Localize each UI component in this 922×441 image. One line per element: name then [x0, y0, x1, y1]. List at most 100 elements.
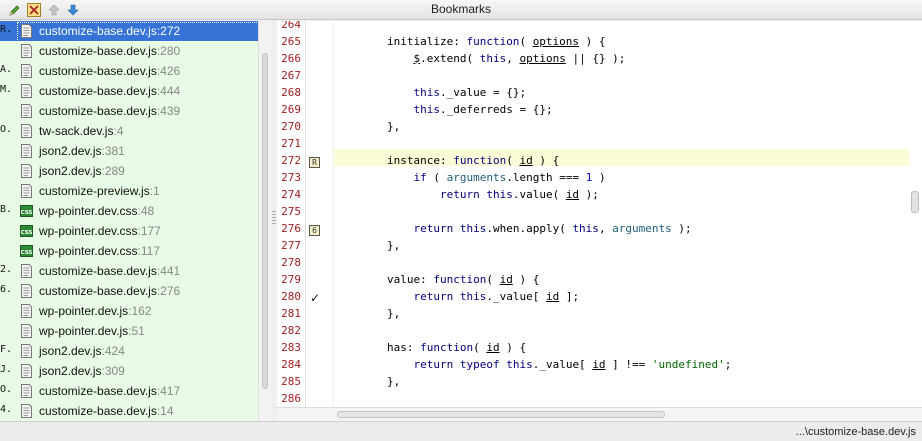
- code-line-274[interactable]: return this.value( id );: [334, 188, 599, 201]
- bookmark-label: customize-base.dev.js:276: [39, 284, 181, 298]
- line-number: 269: [281, 103, 301, 116]
- bookmark-mnemonic: O.: [0, 124, 13, 135]
- bookmark-item[interactable]: CSS wp-pointer.dev.css:117: [0, 241, 258, 261]
- js-file-icon: [20, 104, 33, 118]
- bookmark-item[interactable]: 4. customize-base.dev.js:14: [0, 401, 258, 421]
- line-number: 270: [281, 120, 301, 133]
- code-line-276[interactable]: return this.when.apply( this, arguments …: [334, 222, 691, 235]
- splitter-grip[interactable]: [272, 211, 276, 225]
- line-number: 285: [281, 375, 301, 388]
- bookmark-item[interactable]: 6. customize-base.dev.js:276: [0, 281, 258, 301]
- code-line-268[interactable]: this._value = {};: [334, 86, 526, 99]
- bookmark-item[interactable]: F. json2.dev.js:424: [0, 341, 258, 361]
- bookmark-item[interactable]: json2.dev.js:381: [0, 141, 258, 161]
- bookmark-item[interactable]: M. customize-base.dev.js:444: [0, 81, 258, 101]
- checkmark-icon[interactable]: ✓: [310, 291, 320, 305]
- line-number: 282: [281, 324, 301, 337]
- code-line-265[interactable]: initialize: function( options ) {: [334, 35, 606, 48]
- bookmark-label: customize-base.dev.js:441: [39, 264, 181, 278]
- list-scroll-thumb[interactable]: [262, 53, 268, 389]
- code-line-281[interactable]: },: [334, 307, 400, 320]
- js-file-icon: [20, 404, 33, 418]
- js-file-icon: [20, 64, 33, 78]
- bookmark-mnemonic: R.: [0, 24, 13, 35]
- code-line-266[interactable]: $.extend( this, options || {} );: [334, 52, 625, 65]
- bookmark-item[interactable]: customize-base.dev.js:280: [0, 41, 258, 61]
- window-title: Bookmarks: [430, 2, 492, 16]
- line-number: 268: [281, 86, 301, 99]
- bookmark-label: wp-pointer.dev.css:177: [39, 224, 161, 238]
- bookmark-item[interactable]: A. customize-base.dev.js:426: [0, 61, 258, 81]
- code-line-269[interactable]: this._deferreds = {};: [334, 103, 552, 116]
- bookmark-gutter-icon[interactable]: R: [309, 157, 320, 168]
- bookmark-mnemonic: 4.: [0, 404, 13, 415]
- line-number: 283: [281, 341, 301, 354]
- bookmark-list[interactable]: R. customize-base.dev.js:272 customize-bas…: [0, 21, 258, 421]
- list-scrollbar[interactable]: [258, 21, 271, 421]
- bookmark-item[interactable]: wp-pointer.dev.js:51: [0, 321, 258, 341]
- js-file-icon: [20, 264, 33, 278]
- bookmark-item[interactable]: CSS wp-pointer.dev.css:177: [0, 221, 258, 241]
- line-number: 264: [281, 21, 301, 31]
- code-line-279[interactable]: value: function( id ) {: [334, 273, 539, 286]
- bookmark-item[interactable]: json2.dev.js:289: [0, 161, 258, 181]
- js-file-icon: [20, 84, 33, 98]
- editor-v-scroll-thumb[interactable]: [911, 191, 919, 213]
- js-file-icon: [20, 384, 33, 398]
- line-number: 272: [281, 154, 301, 167]
- line-number: 265: [281, 35, 301, 48]
- bookmark-mnemonic: O.: [0, 384, 13, 395]
- line-number: 279: [281, 273, 301, 286]
- line-number: 278: [281, 256, 301, 269]
- bookmark-item[interactable]: customize-base.dev.js:439: [0, 101, 258, 121]
- bookmark-label: json2.dev.js:289: [39, 164, 125, 178]
- bookmark-item[interactable]: customize-preview.js:1: [0, 181, 258, 201]
- code-editor[interactable]: 264 265 266 267 268 269 270 271 272 R 273 274 275 276…: [277, 21, 922, 407]
- editor-horizontal-scrollbar[interactable]: [277, 407, 922, 421]
- js-file-icon: [20, 144, 33, 158]
- code-line-283[interactable]: has: function( id ) {: [334, 341, 526, 354]
- bookmark-label: wp-pointer.dev.js:51: [39, 324, 145, 338]
- line-number: 266: [281, 52, 301, 65]
- line-number: 286: [281, 392, 301, 405]
- js-file-icon: [20, 24, 33, 38]
- code-line-280[interactable]: return this._value[ id ];: [334, 290, 579, 303]
- code-line-273[interactable]: if ( arguments.length === 1 ): [334, 171, 605, 184]
- bookmark-item[interactable]: R. customize-base.dev.js:272: [0, 21, 258, 42]
- bookmark-item[interactable]: J. json2.dev.js:309: [0, 361, 258, 381]
- line-number: 274: [281, 188, 301, 201]
- bookmark-label: customize-base.dev.js:439: [39, 104, 181, 118]
- code-line-272[interactable]: instance: function( id ) {: [334, 154, 559, 167]
- bookmark-label: customize-base.dev.js:272: [39, 24, 181, 38]
- bookmark-mnemonic: M.: [0, 84, 13, 95]
- js-file-icon: [20, 344, 33, 358]
- bookmark-label: customize-base.dev.js:14: [39, 404, 174, 418]
- code-line-277[interactable]: },: [334, 239, 400, 252]
- status-file-path: ...\customize-base.dev.js: [795, 426, 916, 438]
- js-file-icon: [20, 304, 33, 318]
- svg-text:CSS: CSS: [21, 230, 33, 236]
- title-bar: Bookmarks: [0, 0, 922, 20]
- bookmark-item[interactable]: O. tw-sack.dev.js:4: [0, 121, 258, 141]
- code-line-284[interactable]: return typeof this._value[ id ] !== 'und…: [334, 358, 731, 371]
- bookmark-label: json2.dev.js:309: [39, 364, 125, 378]
- bookmark-item[interactable]: O. customize-base.dev.js:417: [0, 381, 258, 401]
- bookmark-item[interactable]: 2. customize-base.dev.js:441: [0, 261, 258, 281]
- bookmark-label: json2.dev.js:424: [39, 344, 125, 358]
- line-number: 267: [281, 69, 301, 82]
- line-number: 281: [281, 307, 301, 320]
- editor-vertical-scrollbar[interactable]: [909, 21, 922, 407]
- line-number: 277: [281, 239, 301, 252]
- js-file-icon: [20, 184, 33, 198]
- bookmark-item[interactable]: wp-pointer.dev.js:162: [0, 301, 258, 321]
- code-line-285[interactable]: },: [334, 375, 400, 388]
- bookmark-mnemonic: A.: [0, 64, 13, 75]
- code-line-270[interactable]: },: [334, 120, 400, 133]
- line-number: 284: [281, 358, 301, 371]
- bookmark-item[interactable]: B. CSS wp-pointer.dev.css:48: [0, 201, 258, 221]
- editor-h-scroll-thumb[interactable]: [337, 411, 665, 418]
- bookmark-label: customize-base.dev.js:417: [39, 384, 181, 398]
- bookmark-gutter-icon[interactable]: 6: [309, 225, 320, 236]
- bookmark-label: wp-pointer.dev.js:162: [39, 304, 152, 318]
- bookmark-mnemonic: F.: [0, 344, 13, 355]
